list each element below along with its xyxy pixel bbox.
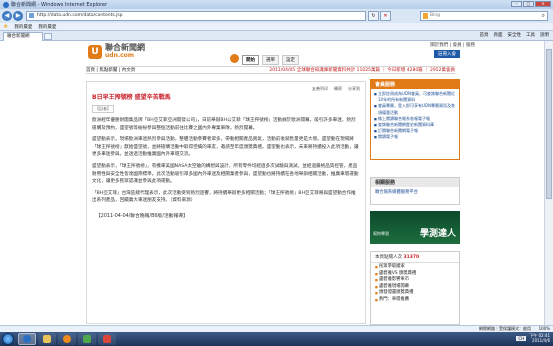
page-content: U 聯合新聞網 udn.com 關於我們 | 會員 | 服務 開始 選單 設定 … — [0, 41, 544, 325]
ie-taskbar-icon — [23, 335, 31, 343]
safety-command[interactable]: 安全性 — [508, 32, 522, 40]
logo-domain: udn.com — [105, 52, 135, 59]
page-icon — [29, 13, 34, 18]
input-language[interactable]: CH — [516, 335, 527, 341]
taskbar-app-button[interactable] — [98, 333, 116, 345]
article: 友善列印 轉寄 分享到 B日早王搾號榜 盛望辛苦戰馬 【記者】 歐洲經年優勝財團… — [86, 81, 366, 324]
search-placeholder: Bing — [430, 13, 441, 18]
url-input[interactable]: http://data.udn.com/data/contents.jsp — [26, 11, 366, 21]
window-title: 聯合新聞網 - Windows Internet Explorer — [11, 2, 108, 8]
related-services-panel: 相關服務 聯合報系媒體服務平台 — [370, 177, 460, 205]
top-links[interactable]: 關於我們 | 會員 | 服務 — [430, 42, 475, 48]
window-titlebar: 聯合新聞網 - Windows Internet Explorer – □ ✕ — [0, 0, 553, 9]
article-paragraph: 「BH亞艾菲」台灣區總代理表示，此次活動受到熱烈迴響，將持續舉辦更多相關活動；「… — [92, 190, 356, 204]
news-item[interactable]: 民眾爭取國家 — [375, 264, 455, 271]
breadcrumb: 首頁 | 焦點新聞 | 內文頁 2011/04/05 全球聯合知識庫新聞資料共計… — [86, 66, 455, 74]
page-command[interactable]: 頁面 — [494, 32, 503, 40]
vertical-scrollbar[interactable] — [544, 41, 553, 325]
minimize-button[interactable]: – — [511, 1, 522, 7]
member-item[interactable]: 立即註冊成為UDN會員，可查詢聯合新聞近10年的所有新聞資料 — [374, 91, 456, 103]
taskbar: CH 下午 02:41 2011/4/6 — [0, 332, 553, 346]
favorites-button[interactable]: 我的最愛 — [14, 24, 32, 30]
udn-logo-icon: U — [88, 44, 102, 59]
app-icon — [103, 335, 111, 343]
app-icon — [83, 335, 91, 343]
refresh-button[interactable]: ↻ — [368, 11, 379, 21]
view-count-label: 本頁點閱人次 — [375, 255, 402, 260]
view-count-number: 31370 — [403, 255, 420, 260]
stats-ticker: 2011/04/05 全球聯合知識庫新聞資料共計 11025萬篇 ｜ 今日新增 … — [269, 68, 455, 73]
member-services-panel: 會員服務 立即註冊成為UDN會員，可查詢聯合新聞近10年的所有新聞資料 會員專屬… — [370, 79, 460, 160]
member-services-title: 會員服務 — [371, 80, 459, 89]
forward-email-button[interactable]: 轉寄 — [334, 86, 342, 92]
register-button[interactable]: 註冊入會 — [434, 50, 460, 58]
related-services-title: 相關服務 — [371, 178, 459, 187]
site-header: U 聯合新聞網 udn.com 關於我們 | 會員 | 服務 開始 選單 設定 … — [70, 41, 475, 65]
article-headline: B日早王搾號榜 盛望辛苦戰馬 — [92, 94, 171, 101]
share-button[interactable]: 分享到 — [348, 86, 360, 92]
article-byline: 【記者】 — [92, 105, 114, 113]
favorites-bar: ★ 我的最愛 我的最愛 — [0, 23, 553, 31]
new-tab-button[interactable] — [44, 33, 52, 40]
url-text: http://data.udn.com/data/contents.jsp — [37, 13, 123, 18]
favorites-star-icon[interactable]: ★ — [3, 23, 8, 30]
tools-command[interactable]: 工具 — [526, 32, 535, 40]
banner-text: 學測達人 — [419, 229, 456, 239]
bing-icon — [423, 13, 428, 19]
clock-date: 2011/4/6 — [532, 338, 550, 343]
system-tray: CH 下午 02:41 2011/4/6 — [516, 333, 550, 343]
article-paragraph: 歐洲經年優勝財團集品牌「BH亞艾菲亞洲開發公司」，日前舉辦BH公艾菲「球王搾號榜… — [92, 118, 356, 131]
taskbar-app-button[interactable] — [78, 333, 96, 345]
nav-tab-menu[interactable]: 選單 — [262, 55, 279, 65]
clock[interactable]: 下午 02:41 2011/4/6 — [529, 333, 550, 343]
member-item[interactable]: 閱讀電子報 — [374, 134, 456, 140]
ie-logo-icon — [3, 1, 9, 8]
forward-button[interactable]: ▶ — [13, 11, 23, 21]
article-tools: 友善列印 轉寄 分享到 — [312, 86, 360, 92]
command-bar: 首頁 頁面 安全性 工具 說明 — [480, 32, 550, 40]
maximize-button[interactable]: □ — [523, 1, 534, 7]
site-logo[interactable]: U 聯合新聞網 udn.com — [88, 44, 145, 59]
tab-bar: 聯合新聞網 首頁 頁面 安全性 工具 說明 — [0, 31, 553, 41]
stop-button[interactable]: ✕ — [380, 11, 391, 21]
taskbar-media-button[interactable] — [58, 333, 76, 345]
search-icon[interactable]: ⌕ — [542, 12, 545, 20]
favorites-link[interactable]: 我的最愛 — [38, 24, 56, 30]
home-command[interactable]: 首頁 — [480, 32, 489, 40]
scrollbar-thumb[interactable] — [546, 49, 552, 199]
print-button[interactable]: 友善列印 — [312, 86, 328, 92]
taskbar-ie-button[interactable] — [18, 333, 36, 345]
close-button[interactable]: ✕ — [535, 1, 551, 7]
banner-small-text: 幫你學習 — [373, 231, 389, 236]
ad-banner[interactable]: 幫你學習 學測達人 — [370, 211, 460, 244]
status-bar: 網際網路｜受保護模式：啟用 100% — [0, 325, 553, 332]
nav-tab-start[interactable]: 開始 — [242, 55, 259, 65]
related-service-link[interactable]: 聯合報系媒體服務平台 — [371, 187, 459, 197]
site-nav: 開始 選單 設定 — [230, 54, 299, 65]
news-item[interactable]: 頒發證書頒獎典禮 — [375, 290, 455, 297]
article-paragraph: 盛望動表示，現場歐洲車迷熱烈參與活動，整體活動參賽者眾多，帶動相關產品買氣，活動… — [92, 137, 359, 158]
address-bar: ◀ ▶ http://data.udn.com/data/contents.js… — [0, 9, 553, 23]
taskbar-explorer-button[interactable] — [38, 333, 56, 345]
start-button[interactable] — [2, 333, 14, 345]
news-item[interactable]: 熱門：車壇推薦 — [375, 297, 455, 304]
window-controls: – □ ✕ — [511, 1, 551, 7]
search-input[interactable]: Bing ⌕ — [420, 11, 548, 21]
article-paragraph: 盛望動表示，「球王搾號榜」，有機車美國NASA太空艙的構想與設計，所有零件均經過… — [92, 163, 359, 185]
member-item[interactable]: 會員專屬，登入即可享有UDN專屬資訊及各項優惠活動 — [374, 103, 456, 115]
popular-news-panel: 本頁點閱人次 31370 民眾爭取國家 盧碧雅VS 頒獎典禮 盧碧雅影響車市 盧… — [370, 251, 460, 325]
media-player-icon — [63, 335, 71, 343]
logo-name: 聯合新聞網 — [105, 43, 145, 52]
tab-udn[interactable]: 聯合新聞網 — [3, 32, 43, 41]
nav-tab-settings[interactable]: 設定 — [282, 55, 299, 65]
article-dateline: 【2011-04-04/聯合晚報/B6版/活動報導】 — [96, 213, 188, 219]
folder-icon — [43, 335, 51, 343]
nav-dot-icon — [230, 54, 239, 63]
news-item[interactable]: 盧碧雅影響車市 — [375, 277, 455, 284]
view-count: 本頁點閱人次 31370 — [371, 252, 459, 263]
help-command[interactable]: 說明 — [540, 32, 549, 40]
breadcrumb-text[interactable]: 首頁 | 焦點新聞 | 內文頁 — [86, 67, 135, 73]
back-button[interactable]: ◀ — [2, 11, 12, 21]
